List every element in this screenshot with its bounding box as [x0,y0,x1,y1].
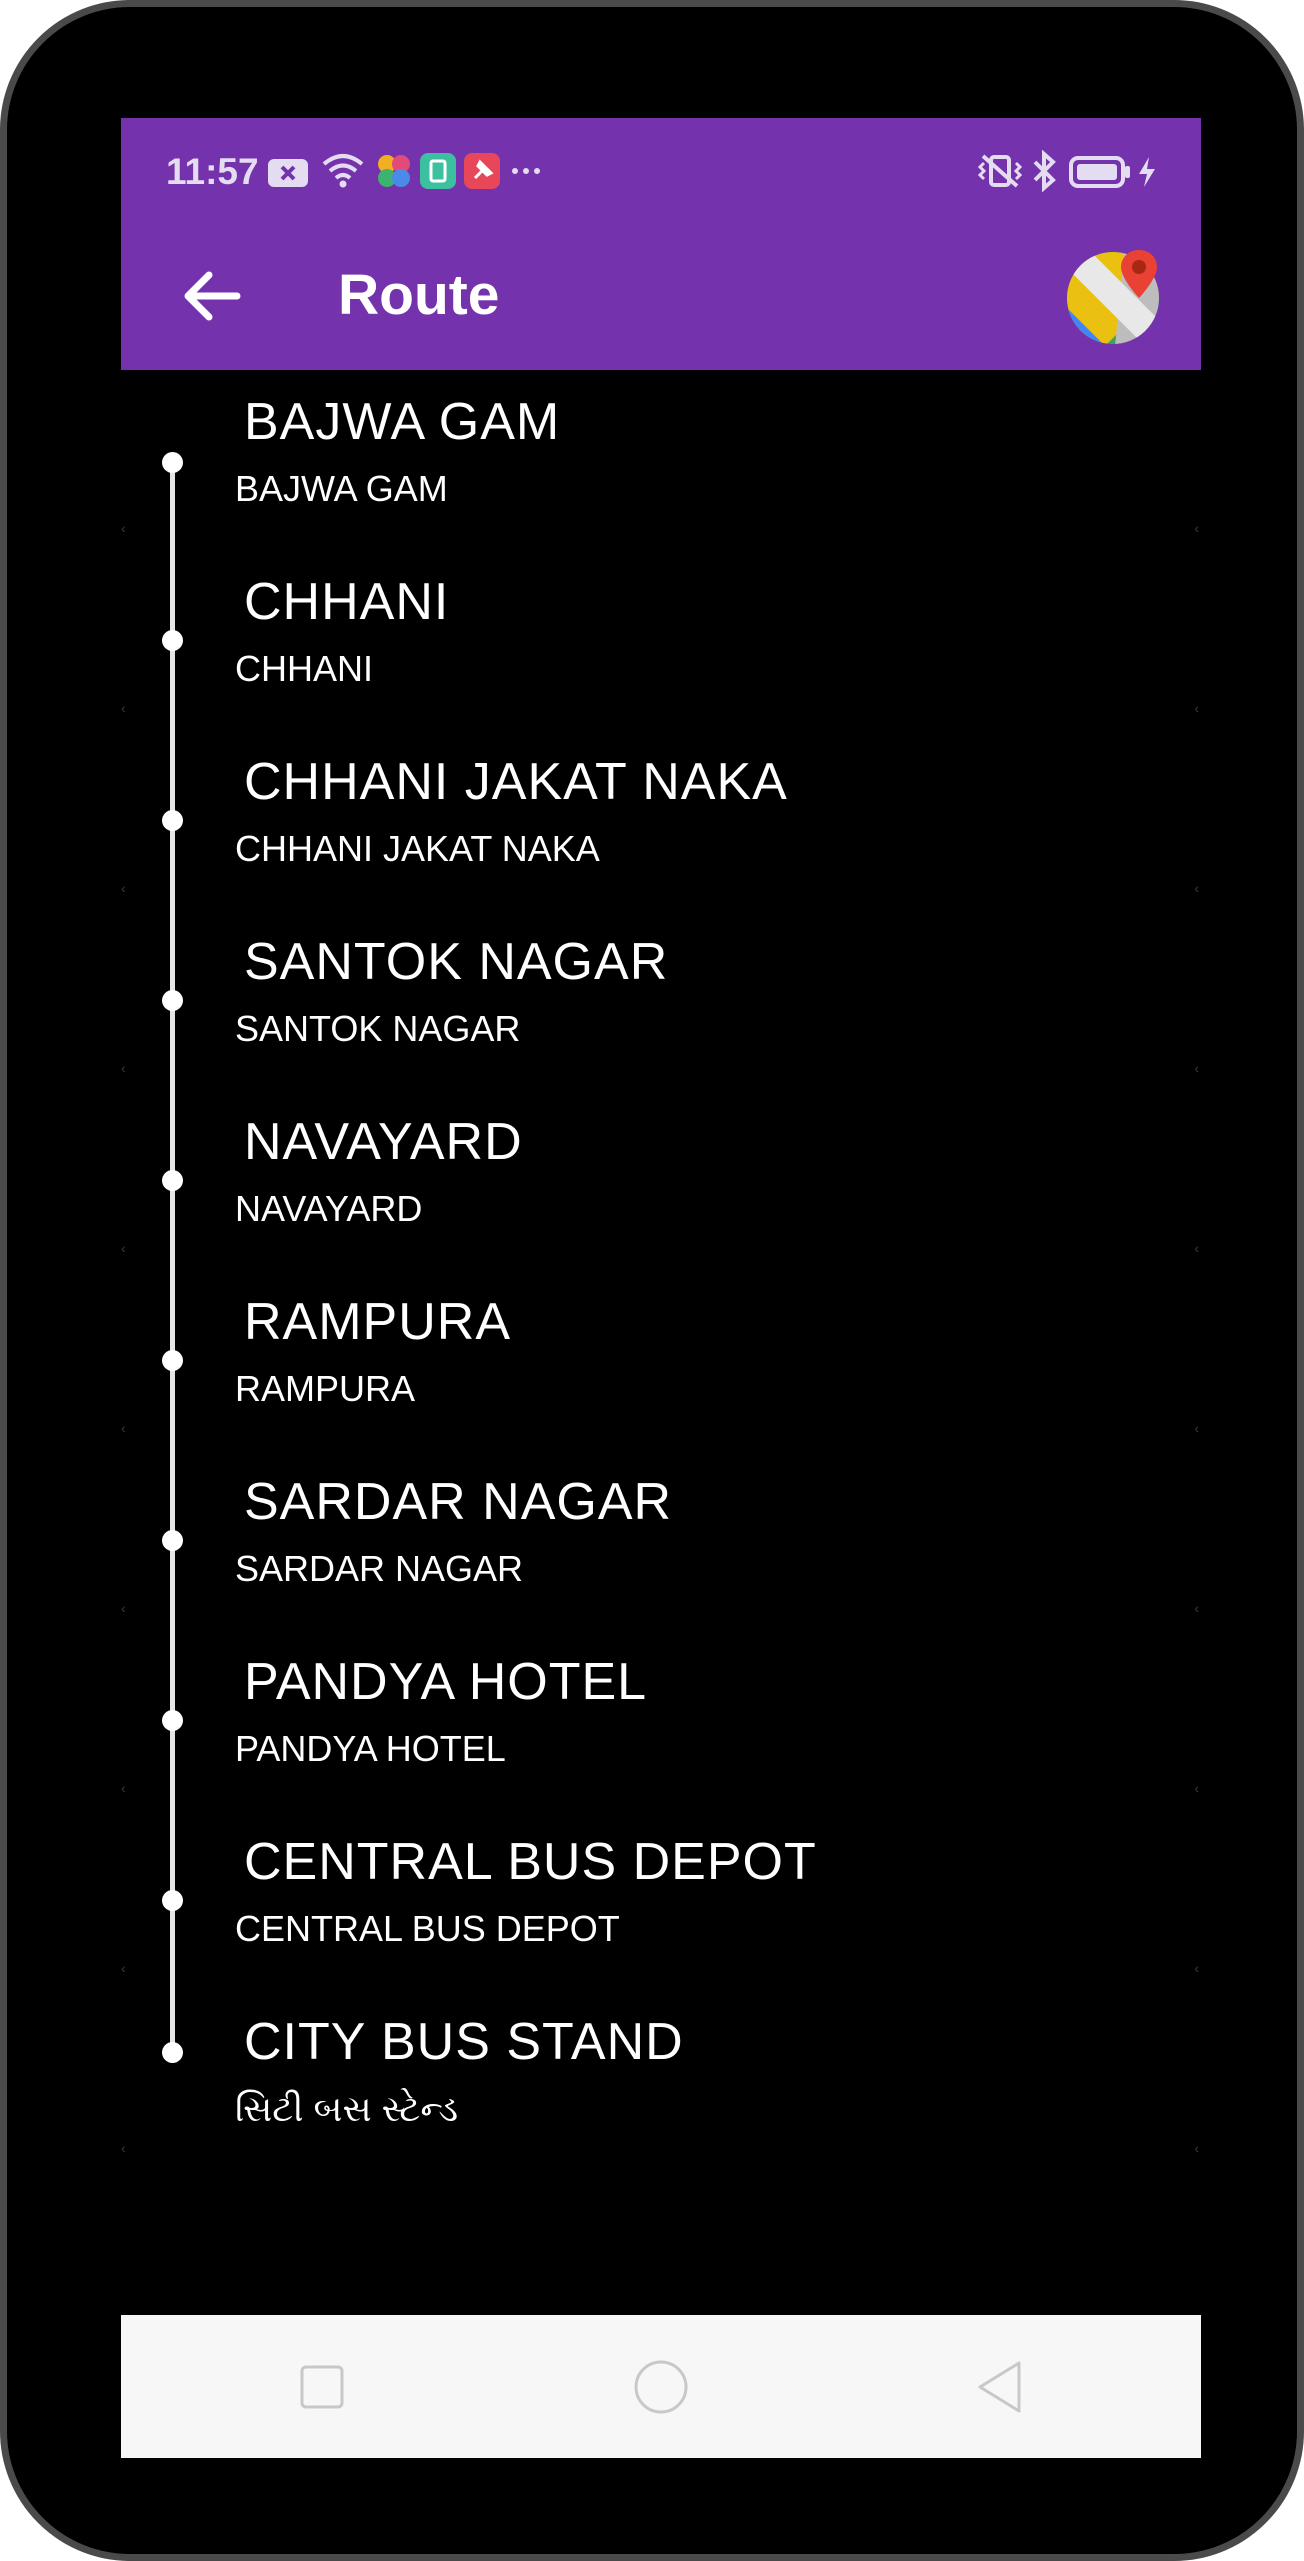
vibrate-icon [977,154,1023,188]
chevron-left-icon: ‹ [121,2140,126,2156]
stop-dot [162,452,183,473]
notification-x-icon [268,159,308,187]
stop-name: CITY BUS STAND [244,2013,684,2071]
stop-name: SANTOK NAGAR [244,933,669,991]
stop-dot [162,2042,183,2063]
app-icon [420,153,456,189]
chevron-left-icon: ‹ [121,1240,126,1256]
status-time: 11:57 [166,151,259,192]
stop-name: PANDYA HOTEL [244,1653,648,1711]
chevron-left-icon: ‹ [1194,1780,1199,1796]
stop-subtitle: RAMPURA [235,1368,416,1409]
chevron-left-icon: ‹ [1194,700,1199,716]
bluetooth-icon [1033,150,1056,192]
chevron-left-icon: ‹ [1194,1060,1199,1076]
chevron-left-icon: ‹ [1194,1960,1199,1976]
stop-subtitle: સિટી બસ સ્ટેન્ડ [235,2088,459,2129]
stop-dot [162,1530,183,1551]
chevron-left-icon: ‹ [1194,1420,1199,1436]
route-stop[interactable]: CHHANI CHHANI ‹ ‹ [121,550,1201,730]
chevron-left-icon: ‹ [121,1060,126,1076]
route-stop[interactable]: CITY BUS STAND સિટી બસ સ્ટેન્ડ ‹ ‹ [121,1990,1201,2170]
route-stop[interactable]: BAJWA GAM BAJWA GAM ‹ ‹ [121,370,1201,550]
stop-subtitle: SANTOK NAGAR [235,1008,521,1049]
chevron-left-icon: ‹ [1194,2140,1199,2156]
stop-name: CHHANI [244,573,450,631]
recents-square-icon[interactable] [286,2351,358,2423]
page-title: Route [338,263,500,327]
route-stop[interactable]: SANTOK NAGAR SANTOK NAGAR ‹ ‹ [121,910,1201,1090]
chevron-left-icon: ‹ [121,1420,126,1436]
stop-subtitle: BAJWA GAM [235,468,448,509]
arrow-left-icon[interactable] [173,256,253,336]
chevron-left-icon: ‹ [1194,1240,1199,1256]
stop-dot [162,1890,183,1911]
stop-subtitle: PANDYA HOTEL [235,1728,506,1769]
route-stop[interactable]: CHHANI JAKAT NAKA CHHANI JAKAT NAKA ‹ ‹ [121,730,1201,910]
pinwheel-app-icon [378,155,410,187]
wifi-icon [322,154,364,188]
screen: 11:57 Route BAJWA GAM BAJWA GAM ‹ ‹ CHHA… [121,118,1201,2458]
battery-icon [1069,156,1130,188]
pin-app-icon [464,153,500,189]
status-bar: 11:57 [121,118,1201,222]
stop-dot [162,1350,183,1371]
stop-subtitle: CHHANI [235,648,374,689]
chevron-left-icon: ‹ [1194,880,1199,896]
route-stop[interactable]: SARDAR NAGAR SARDAR NAGAR ‹ ‹ [121,1450,1201,1630]
stop-name: BAJWA GAM [244,393,561,451]
stop-dot [162,810,183,831]
stop-subtitle: CENTRAL BUS DEPOT [235,1908,620,1949]
stop-subtitle: NAVAYARD [235,1188,423,1229]
phone-frame: 11:57 Route BAJWA GAM BAJWA GAM ‹ ‹ CHHA… [0,0,1304,2561]
charging-icon [1139,157,1155,187]
route-stop[interactable]: PANDYA HOTEL PANDYA HOTEL ‹ ‹ [121,1630,1201,1810]
stop-dot [162,990,183,1011]
stop-subtitle: CHHANI JAKAT NAKA [235,828,600,869]
stop-dot [162,1710,183,1731]
stop-name: CENTRAL BUS DEPOT [244,1833,817,1891]
stop-subtitle: SARDAR NAGAR [235,1548,524,1589]
more-dots-icon [512,168,540,174]
google-maps-icon[interactable] [1065,246,1165,346]
stop-name: RAMPURA [244,1293,512,1351]
chevron-left-icon: ‹ [121,520,126,536]
stop-dot [162,630,183,651]
route-stop[interactable]: CENTRAL BUS DEPOT CENTRAL BUS DEPOT ‹ ‹ [121,1810,1201,1990]
chevron-left-icon: ‹ [121,1960,126,1976]
route-stop[interactable]: NAVAYARD NAVAYARD ‹ ‹ [121,1090,1201,1270]
chevron-left-icon: ‹ [121,700,126,716]
back-triangle-icon[interactable] [964,2351,1036,2423]
chevron-left-icon: ‹ [121,1600,126,1616]
stop-name: SARDAR NAGAR [244,1473,673,1531]
home-circle-icon[interactable] [625,2351,697,2423]
stop-name: NAVAYARD [244,1113,523,1171]
chevron-left-icon: ‹ [121,880,126,896]
route-stop[interactable]: RAMPURA RAMPURA ‹ ‹ [121,1270,1201,1450]
chevron-left-icon: ‹ [1194,520,1199,536]
stop-name: CHHANI JAKAT NAKA [244,753,788,811]
app-bar: Route [121,222,1201,370]
stop-dot [162,1170,183,1191]
navigation-bar [121,2315,1201,2458]
route-list: BAJWA GAM BAJWA GAM ‹ ‹ CHHANI CHHANI ‹ … [121,370,1201,2170]
chevron-left-icon: ‹ [121,1780,126,1796]
chevron-left-icon: ‹ [1194,1600,1199,1616]
